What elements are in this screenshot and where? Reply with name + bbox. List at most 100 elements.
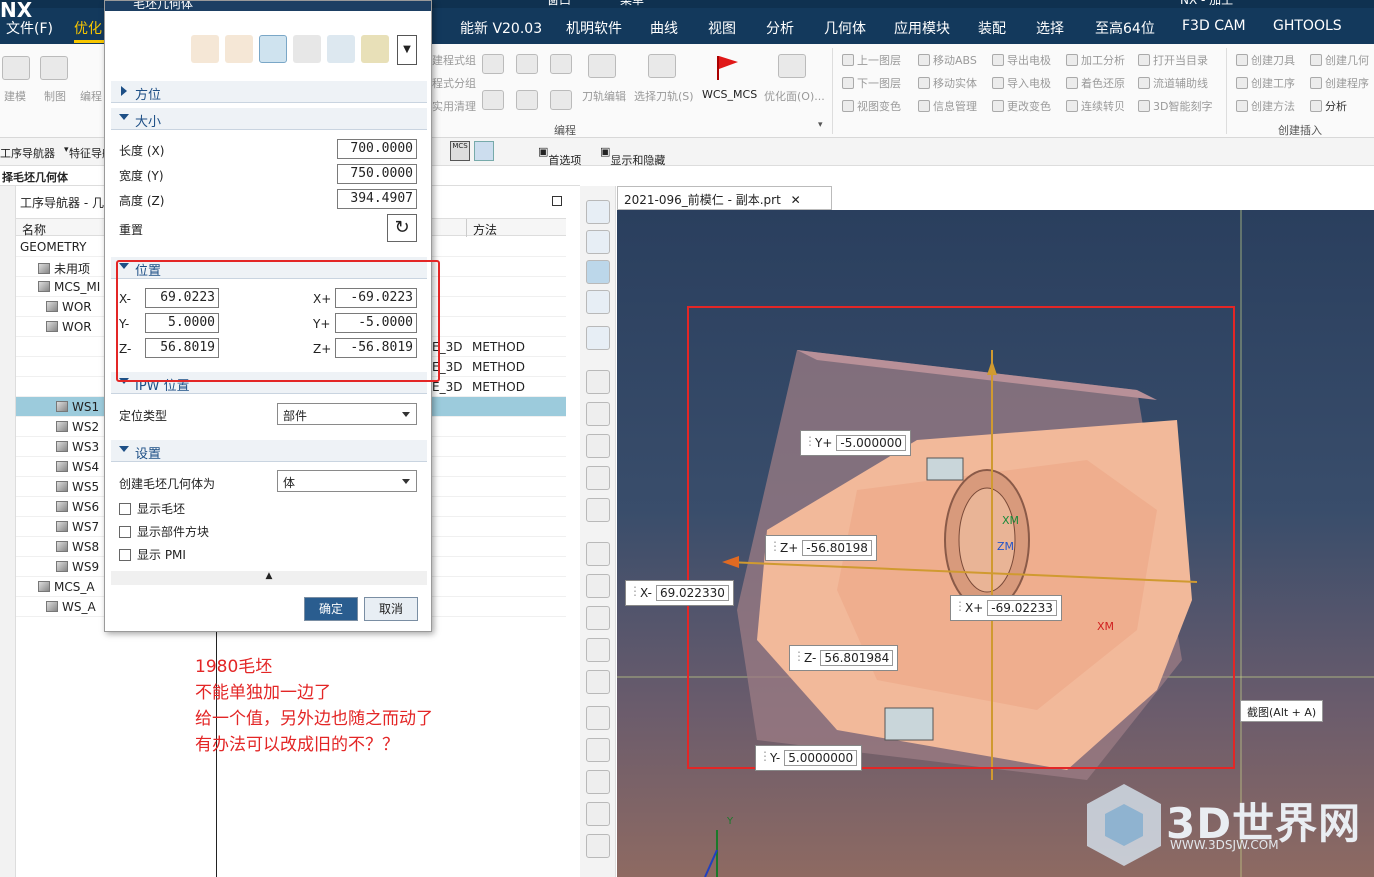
ribbon-d0[interactable]: 加工分析 (1066, 52, 1125, 68)
ribbon-f0[interactable]: 创建刀具 (1236, 52, 1295, 68)
menu-file[interactable]: 文件(F) (6, 18, 53, 38)
ribbon-expand-icon[interactable]: ▾ (818, 120, 823, 130)
type-icon-ipw[interactable] (361, 35, 389, 63)
view-tool-8-icon[interactable] (586, 434, 610, 458)
ribbon-c0[interactable]: 导出电极 (992, 52, 1051, 68)
xls-icon[interactable] (550, 90, 572, 110)
main-menu[interactable]: 菜单 (620, 0, 644, 8)
ribbon-e0[interactable]: 打开当目录 (1138, 52, 1208, 68)
handle-z-plus[interactable]: Z+-56.80198 (765, 535, 877, 561)
ok-button[interactable]: 确定 (304, 597, 358, 621)
show-pmi-checkbox[interactable]: 显示 PMI (119, 546, 186, 563)
type-dropdown-icon[interactable]: ▼ (397, 35, 417, 65)
handle-z-minus[interactable]: Z-56.801984 (789, 645, 899, 671)
ribbon-e2[interactable]: 3D智能刻字 (1138, 98, 1212, 114)
toolpath-edit-icon[interactable] (588, 54, 616, 78)
menu-item-5[interactable]: 几何体 (824, 18, 866, 38)
view-tool-19-icon[interactable] (586, 802, 610, 826)
inspect-icon[interactable] (550, 54, 572, 74)
sort-icon[interactable] (482, 90, 504, 110)
reset-icon[interactable]: ↻ (387, 214, 417, 242)
type-icon-add[interactable] (191, 35, 219, 63)
handle-z-minus-value[interactable]: 56.801984 (820, 650, 894, 666)
maximize-icon[interactable] (552, 196, 562, 206)
collapse-arrow-icon[interactable]: ▲ (111, 571, 427, 585)
modeling-icon[interactable] (2, 56, 30, 80)
width-input[interactable]: 750.0000 (337, 164, 417, 184)
height-input[interactable]: 394.4907 (337, 189, 417, 209)
ribbon-e1[interactable]: 流道辅助线 (1138, 75, 1208, 91)
menu-item-7[interactable]: 装配 (978, 18, 1006, 38)
list-icon[interactable] (516, 54, 538, 74)
export-icon[interactable] (516, 90, 538, 110)
menu-item-2[interactable]: 曲线 (650, 18, 678, 38)
menu-item-3[interactable]: 视图 (708, 18, 736, 38)
section-settings[interactable]: 设置 (111, 440, 427, 462)
menu-item-11[interactable]: GHTOOLS (1273, 18, 1342, 34)
nav-dropdown-icon[interactable]: ▾ (64, 145, 69, 155)
ribbon-d2[interactable]: 连续转贝 (1066, 98, 1125, 114)
view-tool-14-icon[interactable] (586, 638, 610, 662)
ribbon-a2[interactable]: 视图变色 (842, 98, 901, 114)
ribbon-f2[interactable]: 创建方法 (1236, 98, 1295, 114)
handle-y-minus[interactable]: Y-5.0000000 (755, 745, 863, 771)
handle-x-plus[interactable]: X+-69.02233 (950, 595, 1062, 621)
ribbon-prog-1[interactable]: 程式分组 (432, 75, 476, 91)
ribbon-a0[interactable]: 上一图层 (842, 52, 901, 68)
loc-type-select[interactable]: 部件 (277, 403, 417, 425)
type-icon-bounding-block[interactable] (259, 35, 287, 63)
show-blank-checkbox[interactable]: 显示毛坯 (119, 500, 185, 517)
handle-y-minus-value[interactable]: 5.0000000 (784, 750, 858, 766)
handle-x-plus-value[interactable]: -69.02233 (987, 600, 1057, 616)
handle-y-plus[interactable]: Y+-5.000000 (800, 430, 911, 456)
handle-x-minus-value[interactable]: 69.022330 (655, 585, 729, 601)
drafting-icon[interactable] (40, 56, 68, 80)
view-tool-1-icon[interactable] (586, 200, 610, 224)
view-tool-10-icon[interactable] (586, 498, 610, 522)
type-icon-convex[interactable] (327, 35, 355, 63)
menu-item-0[interactable]: 能新 V20.03 (460, 18, 542, 38)
menu-item-10[interactable]: F3D CAM (1182, 18, 1246, 34)
menu-item-8[interactable]: 选择 (1036, 18, 1064, 38)
graphics-viewport[interactable]: XM ZM XM Y Y+-5.000000 Z+-56.80198 X-69.… (617, 210, 1374, 877)
feature-navigator-menu[interactable]: 特征导航 (69, 145, 105, 161)
type-icon-offset[interactable] (225, 35, 253, 63)
ribbon-b0[interactable]: 移动ABS (918, 52, 977, 68)
ribbon-f1[interactable]: 创建工序 (1236, 75, 1295, 91)
menu-item-4[interactable]: 分析 (766, 18, 794, 38)
ribbon-prog-0[interactable]: 建程式组 (432, 52, 476, 68)
view-tool-4-icon[interactable] (586, 290, 610, 314)
view-tool-11-icon[interactable] (586, 542, 610, 566)
view-tool-2-icon[interactable] (586, 230, 610, 254)
preferences-menu[interactable]: ▣ 首选项 (538, 145, 581, 167)
handle-y-plus-value[interactable]: -5.000000 (836, 435, 906, 451)
length-input[interactable]: 700.0000 (337, 139, 417, 159)
mcs-icon[interactable]: MCS (450, 141, 470, 161)
ribbon-g2[interactable]: 分析 (1310, 98, 1347, 114)
show-hide-menu[interactable]: ▣ 显示和隐藏 (600, 145, 665, 167)
view-tool-18-icon[interactable] (586, 770, 610, 794)
cancel-button[interactable]: 取消 (364, 597, 418, 621)
optimize-face-icon[interactable] (778, 54, 806, 78)
ribbon-c1[interactable]: 导入电极 (992, 75, 1051, 91)
window-menu[interactable]: 窗口 (547, 0, 571, 8)
view-tool-7-icon[interactable] (586, 402, 610, 426)
menu-item-6[interactable]: 应用模块 (894, 18, 950, 38)
hide-icon[interactable] (498, 141, 518, 161)
show-icon[interactable] (474, 141, 494, 161)
menu-item-1[interactable]: 机明软件 (566, 18, 622, 38)
table-icon[interactable] (482, 54, 504, 74)
handle-x-minus[interactable]: X-69.022330 (625, 580, 734, 606)
view-tool-6-icon[interactable] (586, 370, 610, 394)
ribbon-g1[interactable]: 创建程序 (1310, 75, 1369, 91)
show-block-checkbox[interactable]: 显示部件方块 (119, 523, 209, 540)
view-tool-20-icon[interactable] (586, 834, 610, 858)
operation-navigator-menu[interactable]: 工序导航器 (0, 145, 55, 161)
select-toolpath-icon[interactable] (648, 54, 676, 78)
ribbon-d1[interactable]: 着色还原 (1066, 75, 1125, 91)
view-tool-15-icon[interactable] (586, 670, 610, 694)
ribbon-a1[interactable]: 下一图层 (842, 75, 901, 91)
menu-item-9[interactable]: 至高64位 (1095, 18, 1155, 38)
col-method[interactable]: 方法 (473, 221, 497, 238)
view-tool-13-icon[interactable] (586, 606, 610, 630)
